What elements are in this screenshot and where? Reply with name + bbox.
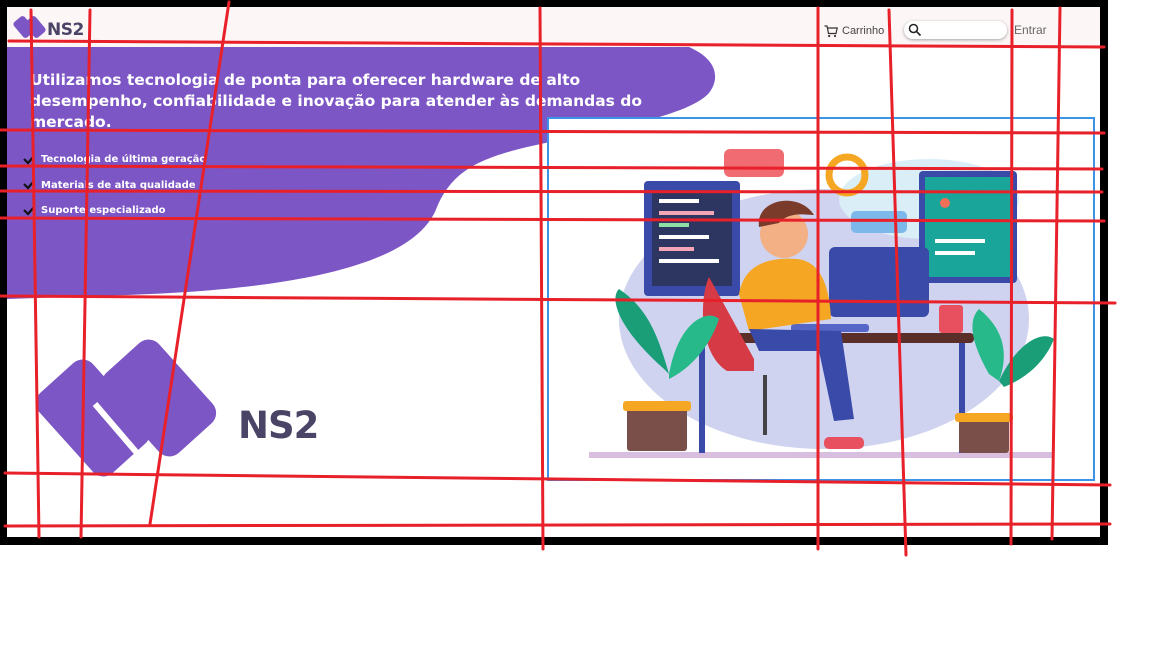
- feature-item: Materiais de alta qualidade: [21, 173, 206, 199]
- top-header: NS2 Carrinho Entrar: [7, 7, 1100, 47]
- screen-frame: NS2 Carrinho Entrar Utilizamos tecnologi…: [0, 0, 1108, 545]
- feature-label: Materiais de alta qualidade: [41, 179, 196, 191]
- check-icon: [23, 155, 35, 165]
- ns2-logo-icon: [13, 16, 46, 38]
- search-box[interactable]: [904, 21, 1007, 39]
- search-icon: [908, 23, 922, 37]
- feature-label: Tecnologia de última geração: [41, 154, 207, 166]
- header-logo[interactable]: NS2: [13, 12, 93, 42]
- feature-label: Suporte especializado: [41, 205, 166, 217]
- cart-link[interactable]: Carrinho: [824, 21, 884, 41]
- header-brand-name: NS2: [47, 20, 84, 40]
- feature-list: Tecnologia de última geração Materiais d…: [21, 147, 206, 224]
- feature-item: Tecnologia de última geração: [21, 147, 206, 173]
- hero-illustration: [547, 117, 1095, 481]
- check-icon: [23, 206, 35, 216]
- brand-block: NS2: [35, 332, 345, 482]
- brand-name-large: NS2: [238, 404, 319, 447]
- page: NS2 Carrinho Entrar Utilizamos tecnologi…: [7, 7, 1100, 537]
- check-icon: [23, 180, 35, 190]
- search-input[interactable]: [926, 22, 1002, 38]
- cart-label: Carrinho: [842, 25, 885, 37]
- ns2-logo-icon: [35, 339, 217, 477]
- developer-illustration: [589, 149, 1054, 458]
- feature-item: Suporte especializado: [21, 198, 206, 224]
- login-link[interactable]: Entrar: [1014, 23, 1047, 37]
- cart-icon: [824, 24, 838, 37]
